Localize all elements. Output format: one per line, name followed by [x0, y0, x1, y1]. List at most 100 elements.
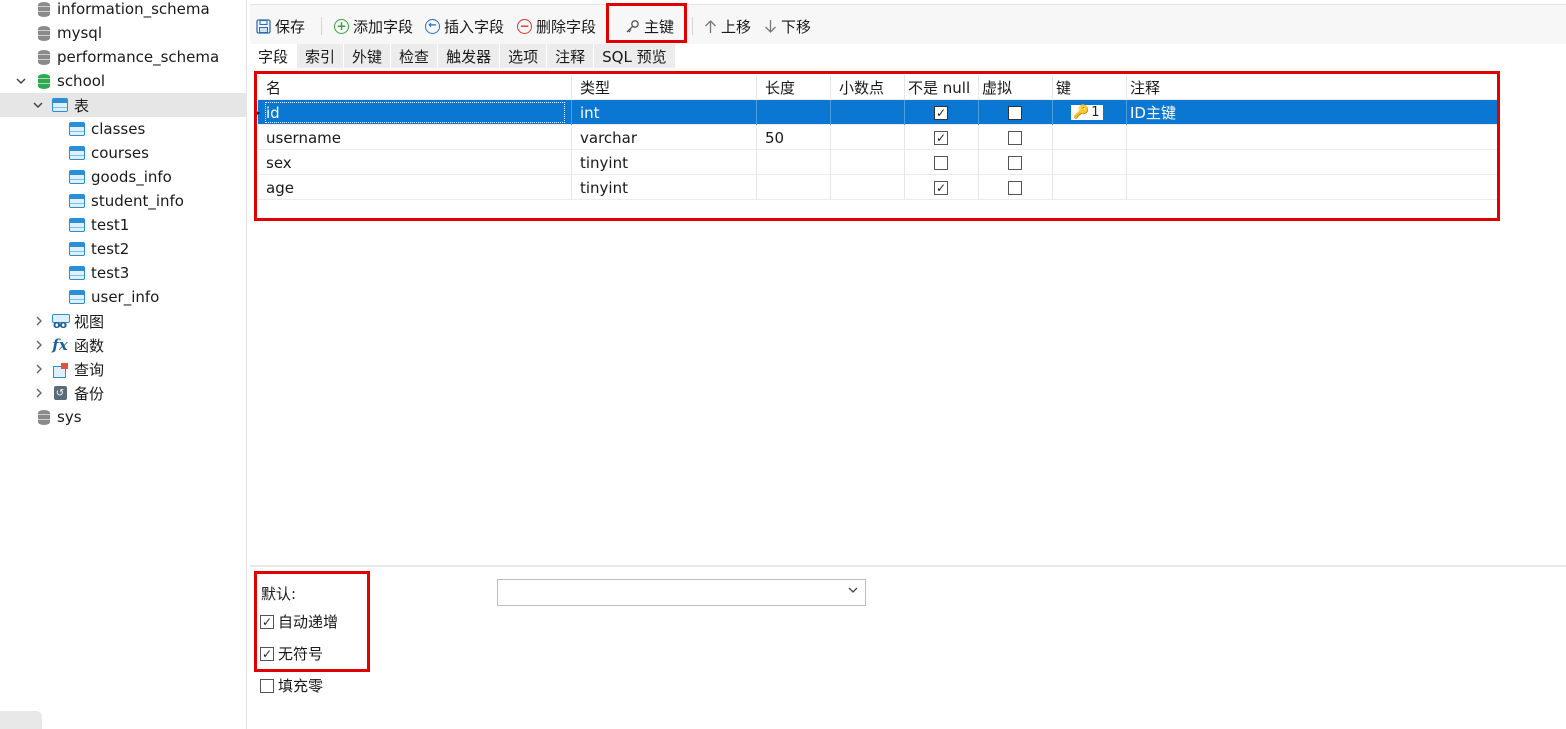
header-not-null[interactable]: 不是 null — [905, 75, 979, 100]
chevron-right-icon[interactable] — [33, 387, 45, 399]
field-name-cell[interactable]: sex — [258, 150, 572, 175]
field-not-null-cell[interactable]: ✓ — [905, 100, 979, 125]
field-key-cell[interactable] — [1053, 125, 1127, 150]
backups-folder[interactable]: ↺ 备份 — [0, 381, 247, 405]
field-length-cell[interactable] — [757, 100, 831, 125]
field-comment-cell[interactable] — [1127, 150, 1498, 175]
tab-checks[interactable]: 检查 — [391, 44, 439, 68]
field-name-cell[interactable]: age — [258, 175, 572, 200]
table-item[interactable]: test1 — [0, 213, 247, 237]
chevron-right-icon[interactable] — [33, 339, 45, 351]
zerofill-option[interactable]: 填充零 — [260, 675, 323, 696]
field-key-cell[interactable]: 🔑 1 — [1053, 100, 1127, 125]
table-item[interactable]: goods_info — [0, 165, 247, 189]
field-type-cell[interactable]: tinyint — [572, 175, 757, 200]
field-length-cell[interactable] — [757, 175, 831, 200]
tab-indexes[interactable]: 索引 — [297, 44, 345, 68]
header-virtual[interactable]: 虚拟 — [979, 75, 1053, 100]
header-decimals[interactable]: 小数点 — [831, 75, 905, 100]
field-decimals-cell[interactable] — [831, 150, 905, 175]
chevron-down-icon[interactable] — [15, 75, 27, 87]
insert-field-button[interactable]: ← 插入字段 — [425, 15, 504, 37]
zerofill-checkbox[interactable] — [260, 678, 274, 693]
field-decimals-cell[interactable] — [831, 100, 905, 125]
field-comment-cell[interactable] — [1127, 175, 1498, 200]
add-field-button[interactable]: + 添加字段 — [334, 15, 413, 37]
virtual-checkbox[interactable] — [1008, 105, 1022, 120]
tab-comment[interactable]: 注释 — [547, 44, 595, 68]
table-item[interactable]: test2 — [0, 237, 247, 261]
table-icon — [69, 193, 85, 209]
field-decimals-cell[interactable] — [831, 125, 905, 150]
header-key[interactable]: 键 — [1053, 75, 1127, 100]
field-virtual-cell[interactable] — [979, 150, 1053, 175]
virtual-checkbox[interactable] — [1008, 180, 1022, 195]
db-school[interactable]: school — [0, 69, 247, 93]
default-value-select[interactable] — [497, 579, 866, 606]
field-virtual-cell[interactable] — [979, 175, 1053, 200]
tab-sql-preview[interactable]: SQL 预览 — [594, 44, 676, 68]
chevron-right-icon[interactable] — [33, 315, 45, 327]
db-information-schema[interactable]: information_schema — [0, 0, 247, 21]
virtual-checkbox[interactable] — [1008, 130, 1022, 145]
field-type-cell[interactable]: tinyint — [572, 150, 757, 175]
field-key-cell[interactable] — [1053, 175, 1127, 200]
sidebar-footer-tab[interactable] — [0, 711, 42, 729]
tab-triggers[interactable]: 触发器 — [438, 44, 501, 68]
db-sys[interactable]: sys — [0, 405, 247, 429]
table-item[interactable]: classes — [0, 117, 247, 141]
header-name[interactable]: 名 — [258, 75, 572, 100]
chevron-down-icon[interactable] — [32, 99, 44, 111]
field-row-id[interactable]: ▸ id int ✓ 🔑 1 ID主键 — [255, 100, 1498, 125]
header-comment[interactable]: 注释 — [1127, 75, 1498, 100]
auto-increment-checkbox[interactable]: ✓ — [260, 614, 274, 629]
not-null-checkbox[interactable]: ✓ — [934, 180, 948, 195]
tab-fields[interactable]: 字段 — [250, 44, 298, 68]
db-mysql[interactable]: mysql — [0, 21, 247, 45]
not-null-checkbox[interactable] — [934, 155, 948, 170]
delete-field-button[interactable]: − 删除字段 — [517, 15, 596, 37]
move-up-button[interactable]: 上移 — [704, 15, 751, 37]
field-name-cell[interactable]: username — [258, 125, 572, 150]
field-row-age[interactable]: age tinyint ✓ — [258, 175, 1498, 200]
primary-key-button[interactable]: 主键 — [625, 15, 674, 37]
field-decimals-cell[interactable] — [831, 175, 905, 200]
auto-increment-option[interactable]: ✓ 自动递增 — [260, 611, 338, 632]
field-name-cell[interactable]: id — [258, 100, 572, 125]
field-type-cell[interactable]: varchar — [572, 125, 757, 150]
save-button[interactable]: 保存 — [256, 15, 305, 37]
tables-folder[interactable]: 表 — [0, 93, 247, 117]
unsigned-checkbox[interactable]: ✓ — [260, 646, 274, 661]
field-comment-cell[interactable]: ID主键 — [1127, 100, 1498, 125]
field-virtual-cell[interactable] — [979, 125, 1053, 150]
queries-folder[interactable]: 查询 — [0, 357, 247, 381]
field-virtual-cell[interactable] — [979, 100, 1053, 125]
chevron-right-icon[interactable] — [33, 363, 45, 375]
not-null-checkbox[interactable]: ✓ — [934, 130, 948, 145]
virtual-checkbox[interactable] — [1008, 155, 1022, 170]
table-item[interactable]: test3 — [0, 261, 247, 285]
header-length[interactable]: 长度 — [757, 75, 831, 100]
field-not-null-cell[interactable]: ✓ — [905, 125, 979, 150]
field-key-cell[interactable] — [1053, 150, 1127, 175]
table-item[interactable]: courses — [0, 141, 247, 165]
unsigned-option[interactable]: ✓ 无符号 — [260, 643, 323, 664]
field-row-sex[interactable]: sex tinyint — [258, 150, 1498, 175]
tab-foreign-keys[interactable]: 外键 — [344, 44, 392, 68]
field-length-cell[interactable] — [757, 150, 831, 175]
views-folder[interactable]: 视图 — [0, 309, 247, 333]
field-comment-cell[interactable] — [1127, 125, 1498, 150]
not-null-checkbox[interactable]: ✓ — [934, 105, 948, 120]
table-item[interactable]: user_info — [0, 285, 247, 309]
field-type-cell[interactable]: int — [572, 100, 757, 125]
db-performance-schema[interactable]: performance_schema — [0, 45, 247, 69]
field-not-null-cell[interactable]: ✓ — [905, 175, 979, 200]
field-row-username[interactable]: username varchar 50 ✓ — [258, 125, 1498, 150]
field-not-null-cell[interactable] — [905, 150, 979, 175]
field-length-cell[interactable]: 50 — [757, 125, 831, 150]
move-down-button[interactable]: 下移 — [764, 15, 811, 37]
table-item[interactable]: student_info — [0, 189, 247, 213]
tab-options[interactable]: 选项 — [500, 44, 548, 68]
functions-folder[interactable]: fx 函数 — [0, 333, 247, 357]
header-type[interactable]: 类型 — [572, 75, 757, 100]
